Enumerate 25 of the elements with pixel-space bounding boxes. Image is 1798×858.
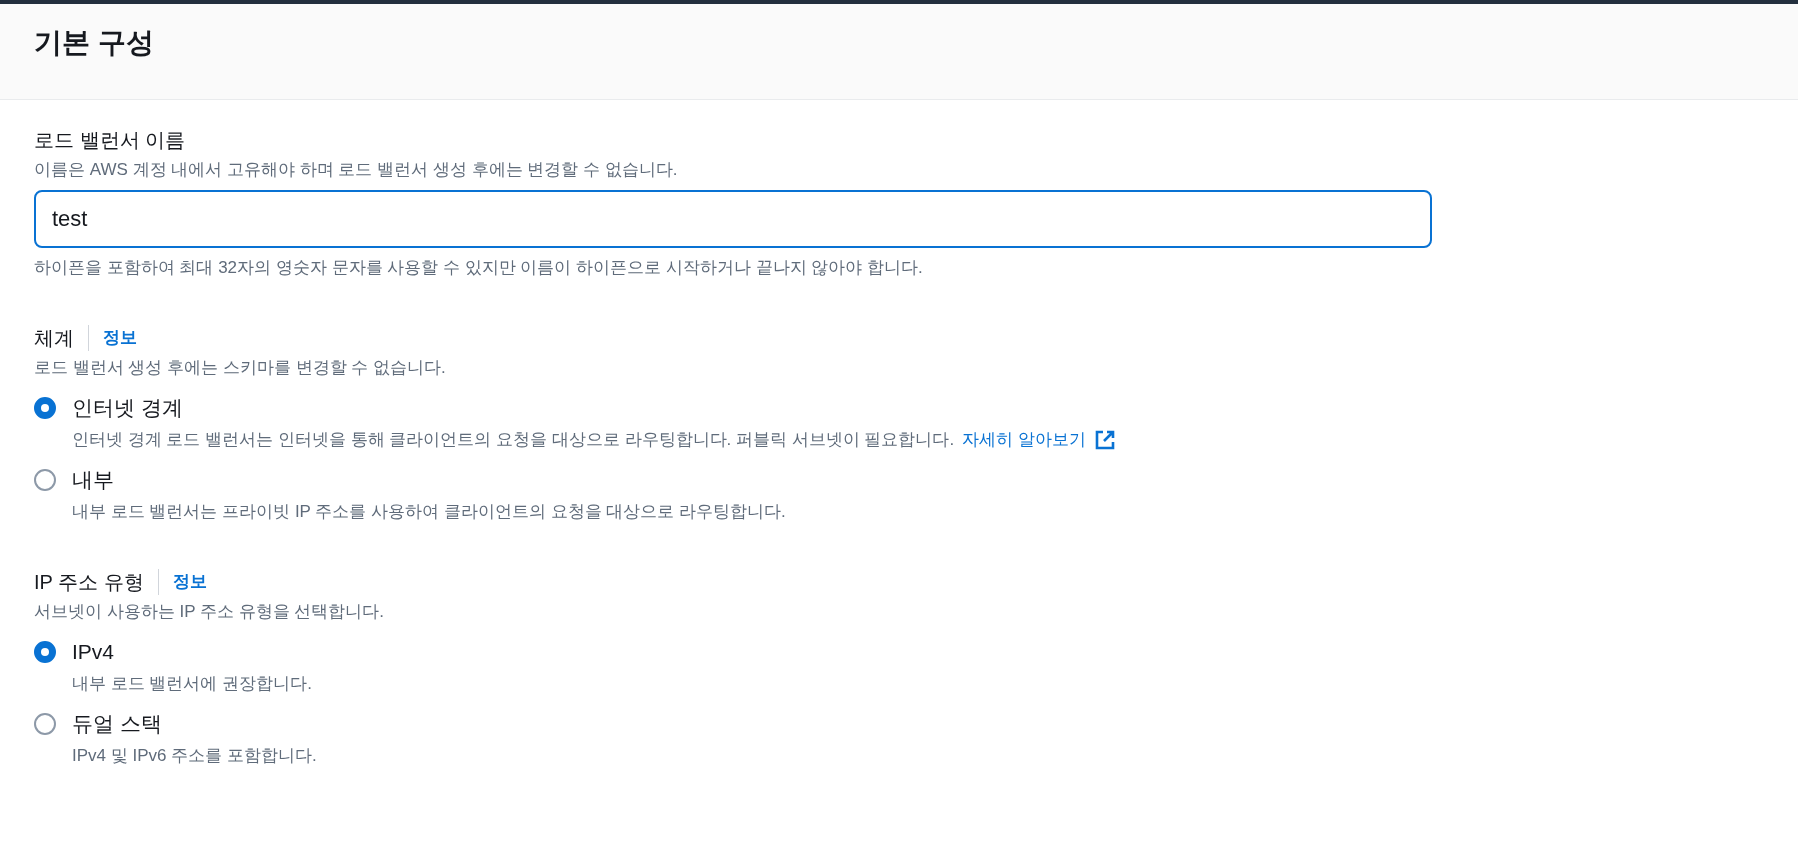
radio-button[interactable] (34, 397, 56, 419)
field-label: 로드 밸런서 이름 (34, 128, 187, 153)
name-input-field[interactable]: test (34, 190, 1432, 248)
group-description: 서브넷이 사용하는 IP 주소 유형을 선택합니다. (34, 601, 386, 623)
group-label: 체계 (34, 326, 74, 351)
option-description: 내부 로드 밸런서에 권장합니다. (72, 673, 312, 695)
group-description: 로드 밸런서 생성 후에는 스키마를 변경할 수 없습니다. (34, 357, 447, 379)
option-label: 인터넷 경계 (72, 395, 184, 421)
option-label: 듀얼 스택 (72, 711, 163, 737)
field-constraint-text: 하이픈을 포함하여 최대 32자의 영숫자 문자를 사용할 수 있지만 이름이 하이픈으로 시작하거나 끝나지 않아야 합니다. (34, 257, 924, 279)
option-label: IPv4 (72, 639, 116, 665)
radio-button[interactable] (34, 641, 56, 663)
field-description: 이름은 AWS 계정 내에서 고유해야 하며 로드 밸런서 생성 후에는 변경할 수 없습니다. (34, 159, 679, 181)
group-label: IP 주소 유형 (34, 570, 144, 595)
radio-button[interactable] (34, 469, 56, 491)
option-label: 내부 (72, 467, 115, 493)
info-link[interactable]: 정보 (157, 569, 207, 595)
option-description: IPv4 및 IPv6 주소를 포함합니다. (72, 745, 317, 767)
section-title: 기본 구성 (34, 25, 154, 60)
external-link-icon (1093, 429, 1116, 451)
option-description: 내부 로드 밸런서는 프라이빗 IP 주소를 사용하여 클라이언트의 요청을 대상으로 라우팅합니다. (72, 501, 786, 523)
learn-more-link[interactable]: 자세히 알아보기 (962, 428, 1116, 452)
option-description: 인터넷 경계 로드 밸런서는 인터넷을 통해 클라이언트의 요청을 대상으로 라우팅합니다. 퍼블릭 서브넷이 필요합니다. (72, 429, 955, 451)
info-link[interactable]: 정보 (88, 325, 137, 351)
radio-button[interactable] (34, 713, 56, 735)
